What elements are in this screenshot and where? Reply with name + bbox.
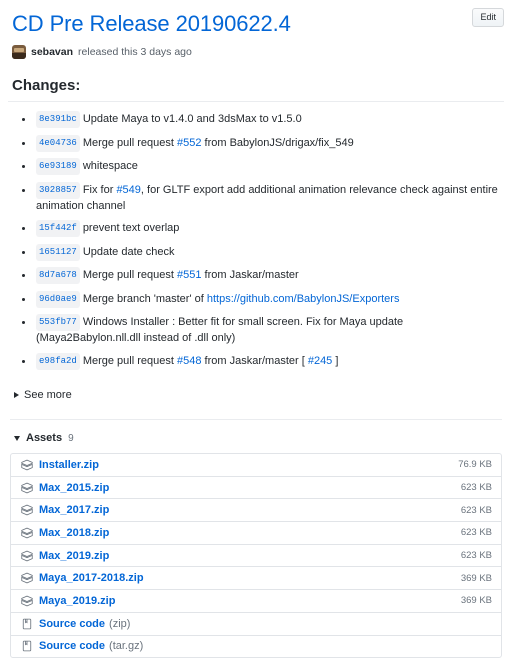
asset-size: 623 KB — [460, 482, 492, 494]
asset-name[interactable]: Maya_2017-2018.zip — [39, 572, 144, 584]
commit-sha[interactable]: e98fa2d — [36, 352, 80, 370]
file-zip-icon — [21, 640, 33, 652]
commit-sha[interactable]: 8d7a678 — [36, 267, 80, 284]
triangle-right-icon — [14, 392, 19, 398]
edit-button[interactable]: Edit — [472, 8, 504, 27]
commit-message-text: from Jaskar/master [ — [201, 354, 308, 367]
asset-row[interactable]: Max_2015.zip 623 KB — [11, 477, 501, 500]
asset-size: 623 KB — [460, 527, 492, 539]
asset-name[interactable]: Maya_2019.zip — [39, 595, 115, 607]
commit-item: 3028857Fix for #549, for GLTF export add… — [34, 181, 504, 214]
commit-message-text: ] — [332, 354, 339, 367]
byline-text: released this 3 days ago — [78, 46, 192, 58]
asset-name[interactable]: Installer.zip — [39, 459, 99, 471]
package-icon — [21, 527, 33, 539]
commit-message-text: Merge pull request — [82, 269, 177, 281]
asset-name[interactable]: Max_2018.zip — [39, 527, 109, 539]
commit-message-link[interactable]: #549 — [116, 184, 140, 196]
commit-sha[interactable]: 553fb77 — [36, 314, 80, 331]
commit-message-link[interactable]: #552 — [177, 137, 201, 149]
asset-row[interactable]: Max_2018.zip 623 KB — [11, 522, 501, 545]
commit-sha[interactable]: 15f442f — [36, 220, 80, 237]
assets-label: Assets — [26, 432, 63, 444]
commit-sha[interactable]: 4e04736 — [36, 134, 80, 152]
commit-message-link[interactable]: #548 — [177, 355, 201, 367]
changes-heading: Changes: — [8, 59, 504, 102]
package-icon — [21, 595, 33, 607]
asset-size: 76.9 KB — [458, 459, 492, 471]
asset-row[interactable]: Maya_2019.zip 369 KB — [11, 590, 501, 613]
commit-item: 15f442fprevent text overlap — [34, 220, 504, 237]
package-icon — [21, 482, 33, 494]
commit-list: 8e391bcUpdate Maya to v1.4.0 and 3dsMax … — [8, 102, 504, 370]
commit-item: 8e391bcUpdate Maya to v1.4.0 and 3dsMax … — [34, 111, 504, 128]
commit-message-text: Merge pull request — [82, 354, 177, 367]
asset-row[interactable]: Installer.zip 76.9 KB — [11, 454, 501, 477]
commit-sha[interactable]: 3028857 — [36, 181, 80, 199]
asset-name[interactable]: Source code — [39, 640, 105, 652]
commit-message-text: Update date check — [82, 245, 175, 258]
asset-name[interactable]: Source code — [39, 618, 105, 630]
asset-format: (zip) — [109, 617, 131, 630]
asset-row[interactable]: Source code (tar.gz) — [11, 636, 501, 658]
commit-item: e98fa2dMerge pull request #548 from Jask… — [34, 352, 504, 370]
assets-list: Installer.zip 76.9 KB Max_2015.zip 623 KB Ma… — [10, 453, 502, 658]
commit-message-text: Merge branch 'master' of — [82, 292, 207, 305]
asset-row[interactable]: Maya_2017-2018.zip 369 KB — [11, 567, 501, 591]
commit-message-text: Update Maya to v1.4.0 and 3dsMax to v1.5… — [82, 113, 302, 125]
package-icon — [21, 504, 33, 516]
release-title[interactable]: CD Pre Release 20190622.4 — [8, 10, 504, 38]
commit-message-link[interactable]: #551 — [177, 269, 201, 281]
asset-name[interactable]: Max_2017.zip — [39, 504, 109, 516]
asset-name[interactable]: Max_2015.zip — [39, 482, 109, 494]
commit-item: 4e04736Merge pull request #552 from Baby… — [34, 134, 504, 152]
author-link[interactable]: sebavan — [31, 46, 73, 58]
commit-sha[interactable]: 96d0ae9 — [36, 290, 80, 308]
package-icon — [21, 459, 33, 471]
commit-message-text: Windows Installer : Better fit for small… — [36, 316, 404, 344]
commit-message-text: prevent text overlap — [82, 222, 180, 234]
commit-item: 8d7a678Merge pull request #551 from Jask… — [34, 267, 504, 284]
commit-sha[interactable]: 1651127 — [36, 243, 80, 261]
commit-sha[interactable]: 6e93189 — [36, 158, 80, 175]
assets-toggle[interactable]: Assets 9 — [8, 420, 504, 453]
asset-row[interactable]: Max_2017.zip 623 KB — [11, 499, 501, 523]
see-more-toggle[interactable]: See more — [8, 376, 504, 401]
file-zip-icon — [21, 618, 33, 630]
commit-message-text: whitespace — [82, 160, 138, 172]
release-header: CD Pre Release 20190622.4 Edit sebavan r… — [8, 0, 504, 59]
commit-item: 6e93189whitespace — [34, 158, 504, 175]
package-icon — [21, 550, 33, 562]
commit-sha[interactable]: 8e391bc — [36, 111, 80, 128]
commit-message-text: from BabylonJS/drigax/fix_549 — [201, 136, 354, 149]
release-byline: sebavan released this 3 days ago — [8, 38, 504, 59]
asset-size: 623 KB — [460, 550, 492, 562]
commit-message-text: Fix for — [82, 183, 117, 196]
asset-name[interactable]: Max_2019.zip — [39, 550, 109, 562]
release-page: CD Pre Release 20190622.4 Edit sebavan r… — [0, 0, 512, 658]
commit-message-text: Merge pull request — [82, 136, 177, 149]
asset-row[interactable]: Max_2019.zip 623 KB — [11, 545, 501, 568]
avatar[interactable] — [12, 45, 26, 59]
commit-message-text: from Jaskar/master — [201, 269, 299, 281]
package-icon — [21, 572, 33, 584]
assets-count: 9 — [68, 432, 74, 444]
asset-size: 623 KB — [460, 504, 492, 516]
asset-format: (tar.gz) — [109, 640, 144, 653]
commit-item: 1651127Update date check — [34, 243, 504, 261]
commit-message-link[interactable]: https://github.com/BabylonJS/Exporters — [207, 293, 400, 305]
commit-item: 553fb77Windows Installer : Better fit fo… — [34, 314, 504, 346]
commit-message-link[interactable]: #245 — [308, 355, 332, 367]
asset-size: 369 KB — [460, 572, 492, 584]
asset-size: 369 KB — [460, 595, 492, 607]
see-more-label: See more — [24, 389, 72, 401]
asset-row[interactable]: Source code (zip) — [11, 613, 501, 636]
triangle-down-icon — [14, 435, 20, 441]
commit-item: 96d0ae9Merge branch 'master' of https://… — [34, 290, 504, 308]
